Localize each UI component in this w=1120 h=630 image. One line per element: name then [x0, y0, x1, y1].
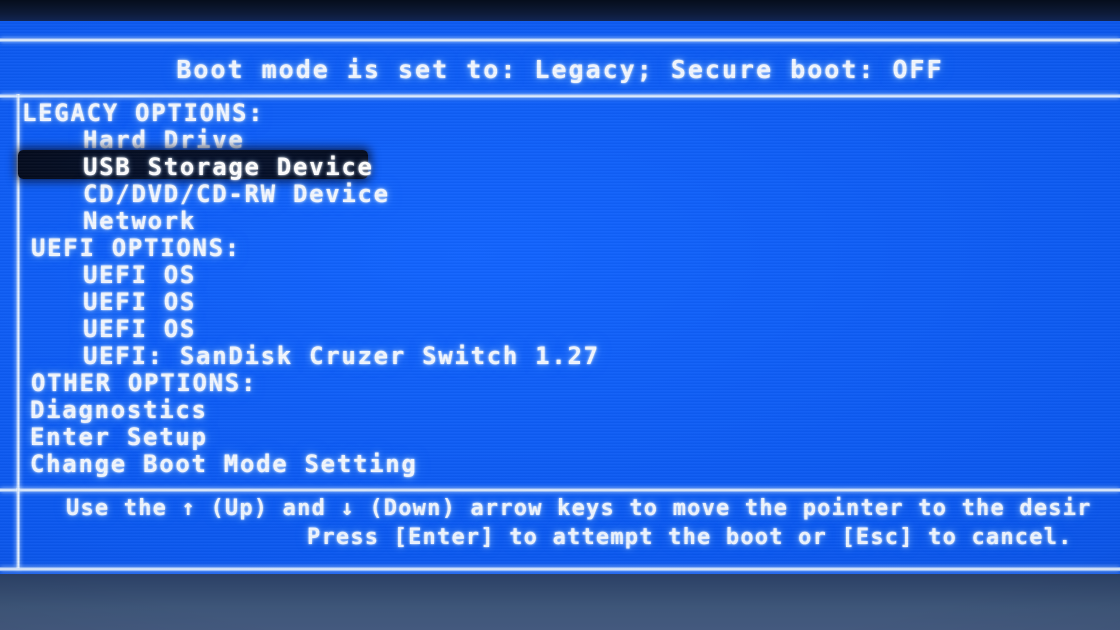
divider-top	[0, 38, 1120, 42]
footer-instruction-line-2: Press [Enter] to attempt the boot or [Es…	[307, 525, 1073, 550]
divider-bottom	[0, 567, 1120, 571]
boot-option-row[interactable]: USB Storage Device	[0, 150, 1120, 181]
boot-option-label: Diagnostics	[30, 396, 208, 424]
boot-option-row[interactable]: Hard Drive	[0, 126, 1120, 154]
boot-option-label: UEFI OS	[83, 261, 197, 289]
boot-option-row[interactable]: UEFI: SanDisk Cruzer Switch 1.27	[0, 342, 1120, 370]
footer-instruction-line-1: Use the ↑ (Up) and ↓ (Down) arrow keys t…	[66, 496, 1092, 521]
divider-below-header	[0, 94, 1120, 98]
boot-option-label: Enter Setup	[30, 423, 208, 451]
boot-section-header: OTHER OPTIONS:	[0, 369, 1120, 397]
monitor-bottom-bezel	[0, 574, 1120, 630]
section-label: OTHER OPTIONS:	[31, 369, 258, 397]
boot-option-label: UEFI OS	[83, 288, 197, 316]
boot-option-list: LEGACY OPTIONS: Hard Drive USB Storage Dev…	[0, 99, 1120, 487]
bios-boot-menu-screen: Boot mode is set to: Legacy; Secure boot…	[0, 21, 1120, 576]
boot-section-header: LEGACY OPTIONS:	[0, 99, 1120, 127]
section-label: UEFI OPTIONS:	[31, 234, 241, 262]
screen-photo: Boot mode is set to: Legacy; Secure boot…	[0, 0, 1120, 630]
boot-option-label: Network	[83, 207, 197, 235]
boot-option-row[interactable]: Diagnostics	[0, 396, 1120, 424]
divider-above-footer	[0, 488, 1120, 492]
boot-option-label: USB Storage Device	[83, 153, 374, 181]
boot-option-label: UEFI: SanDisk Cruzer Switch 1.27	[83, 342, 600, 370]
boot-option-row[interactable]: CD/DVD/CD-RW Device	[0, 180, 1120, 208]
boot-option-row[interactable]: UEFI OS	[0, 315, 1120, 343]
footer-instructions: Use the ↑ (Up) and ↓ (Down) arrow keys t…	[0, 496, 1120, 562]
boot-option-row[interactable]: Enter Setup	[0, 423, 1120, 451]
boot-option-row[interactable]: Network	[0, 207, 1120, 235]
boot-option-row[interactable]: Change Boot Mode Setting	[0, 450, 1120, 478]
boot-mode-status-text: Boot mode is set to: Legacy; Secure boot…	[176, 55, 944, 84]
boot-section-header: UEFI OPTIONS:	[0, 234, 1120, 262]
monitor-top-bezel	[0, 0, 1120, 23]
boot-option-label: CD/DVD/CD-RW Device	[83, 180, 390, 208]
boot-option-row[interactable]: UEFI OS	[0, 261, 1120, 289]
boot-option-label: UEFI OS	[83, 315, 197, 343]
boot-option-label: Change Boot Mode Setting	[30, 450, 418, 478]
boot-option-row[interactable]: UEFI OS	[0, 288, 1120, 316]
section-label: LEGACY OPTIONS:	[22, 99, 265, 127]
